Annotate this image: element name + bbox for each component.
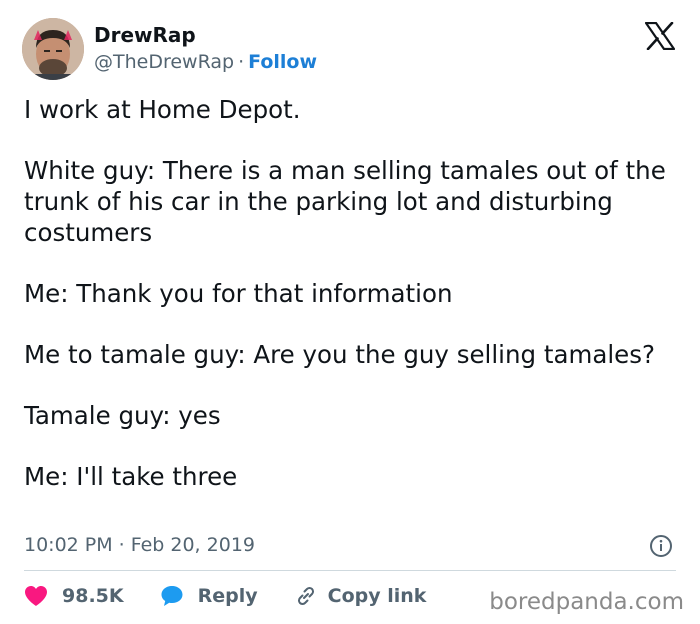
x-logo-icon[interactable] [645,22,675,50]
like-count: 98.5K [62,585,124,607]
info-icon[interactable] [649,534,673,558]
tweet-text: I work at Home Depot. White guy: There i… [24,94,674,492]
tweet-paragraph: White guy: There is a man selling tamale… [24,156,666,247]
like-button[interactable]: 98.5K [24,585,124,607]
tweet-paragraph: I work at Home Depot. [24,95,301,124]
reply-button[interactable]: Reply [160,584,258,608]
user-handle[interactable]: @TheDrewRap [94,51,234,73]
avatar[interactable] [22,18,84,80]
tweet-card: DrewRap @TheDrewRap · Follow I work at Hom… [0,0,700,624]
tweet-paragraph: Me: I'll take three [24,462,238,491]
tweet-date: Feb 20, 2019 [130,534,255,556]
tweet-paragraph: Me: Thank you for that information [24,279,453,308]
tweet-paragraph: Me to tamale guy: Are you the guy sellin… [24,340,655,369]
display-name[interactable]: DrewRap [94,22,196,48]
follow-button[interactable]: Follow [248,51,317,73]
link-icon [297,586,314,606]
avatar-image [22,18,84,80]
tweet-time: 10:02 PM [24,534,113,556]
timestamp[interactable]: 10:02 PM · Feb 20, 2019 [24,532,255,558]
heart-icon [25,586,47,606]
separator-dot: · [118,534,125,556]
watermark: boredpanda.com [489,589,684,615]
tweet-paragraph: Tamale guy: yes [24,401,221,430]
speech-bubble-icon [161,586,183,606]
copy-link-label: Copy link [327,585,427,607]
handle-row: @TheDrewRap · Follow [94,50,317,74]
divider [24,570,676,571]
separator-dot: · [238,51,245,73]
copy-link-button[interactable]: Copy link [294,584,427,608]
reply-label: Reply [197,585,258,607]
action-bar: 98.5K Reply Copy link [24,581,462,611]
